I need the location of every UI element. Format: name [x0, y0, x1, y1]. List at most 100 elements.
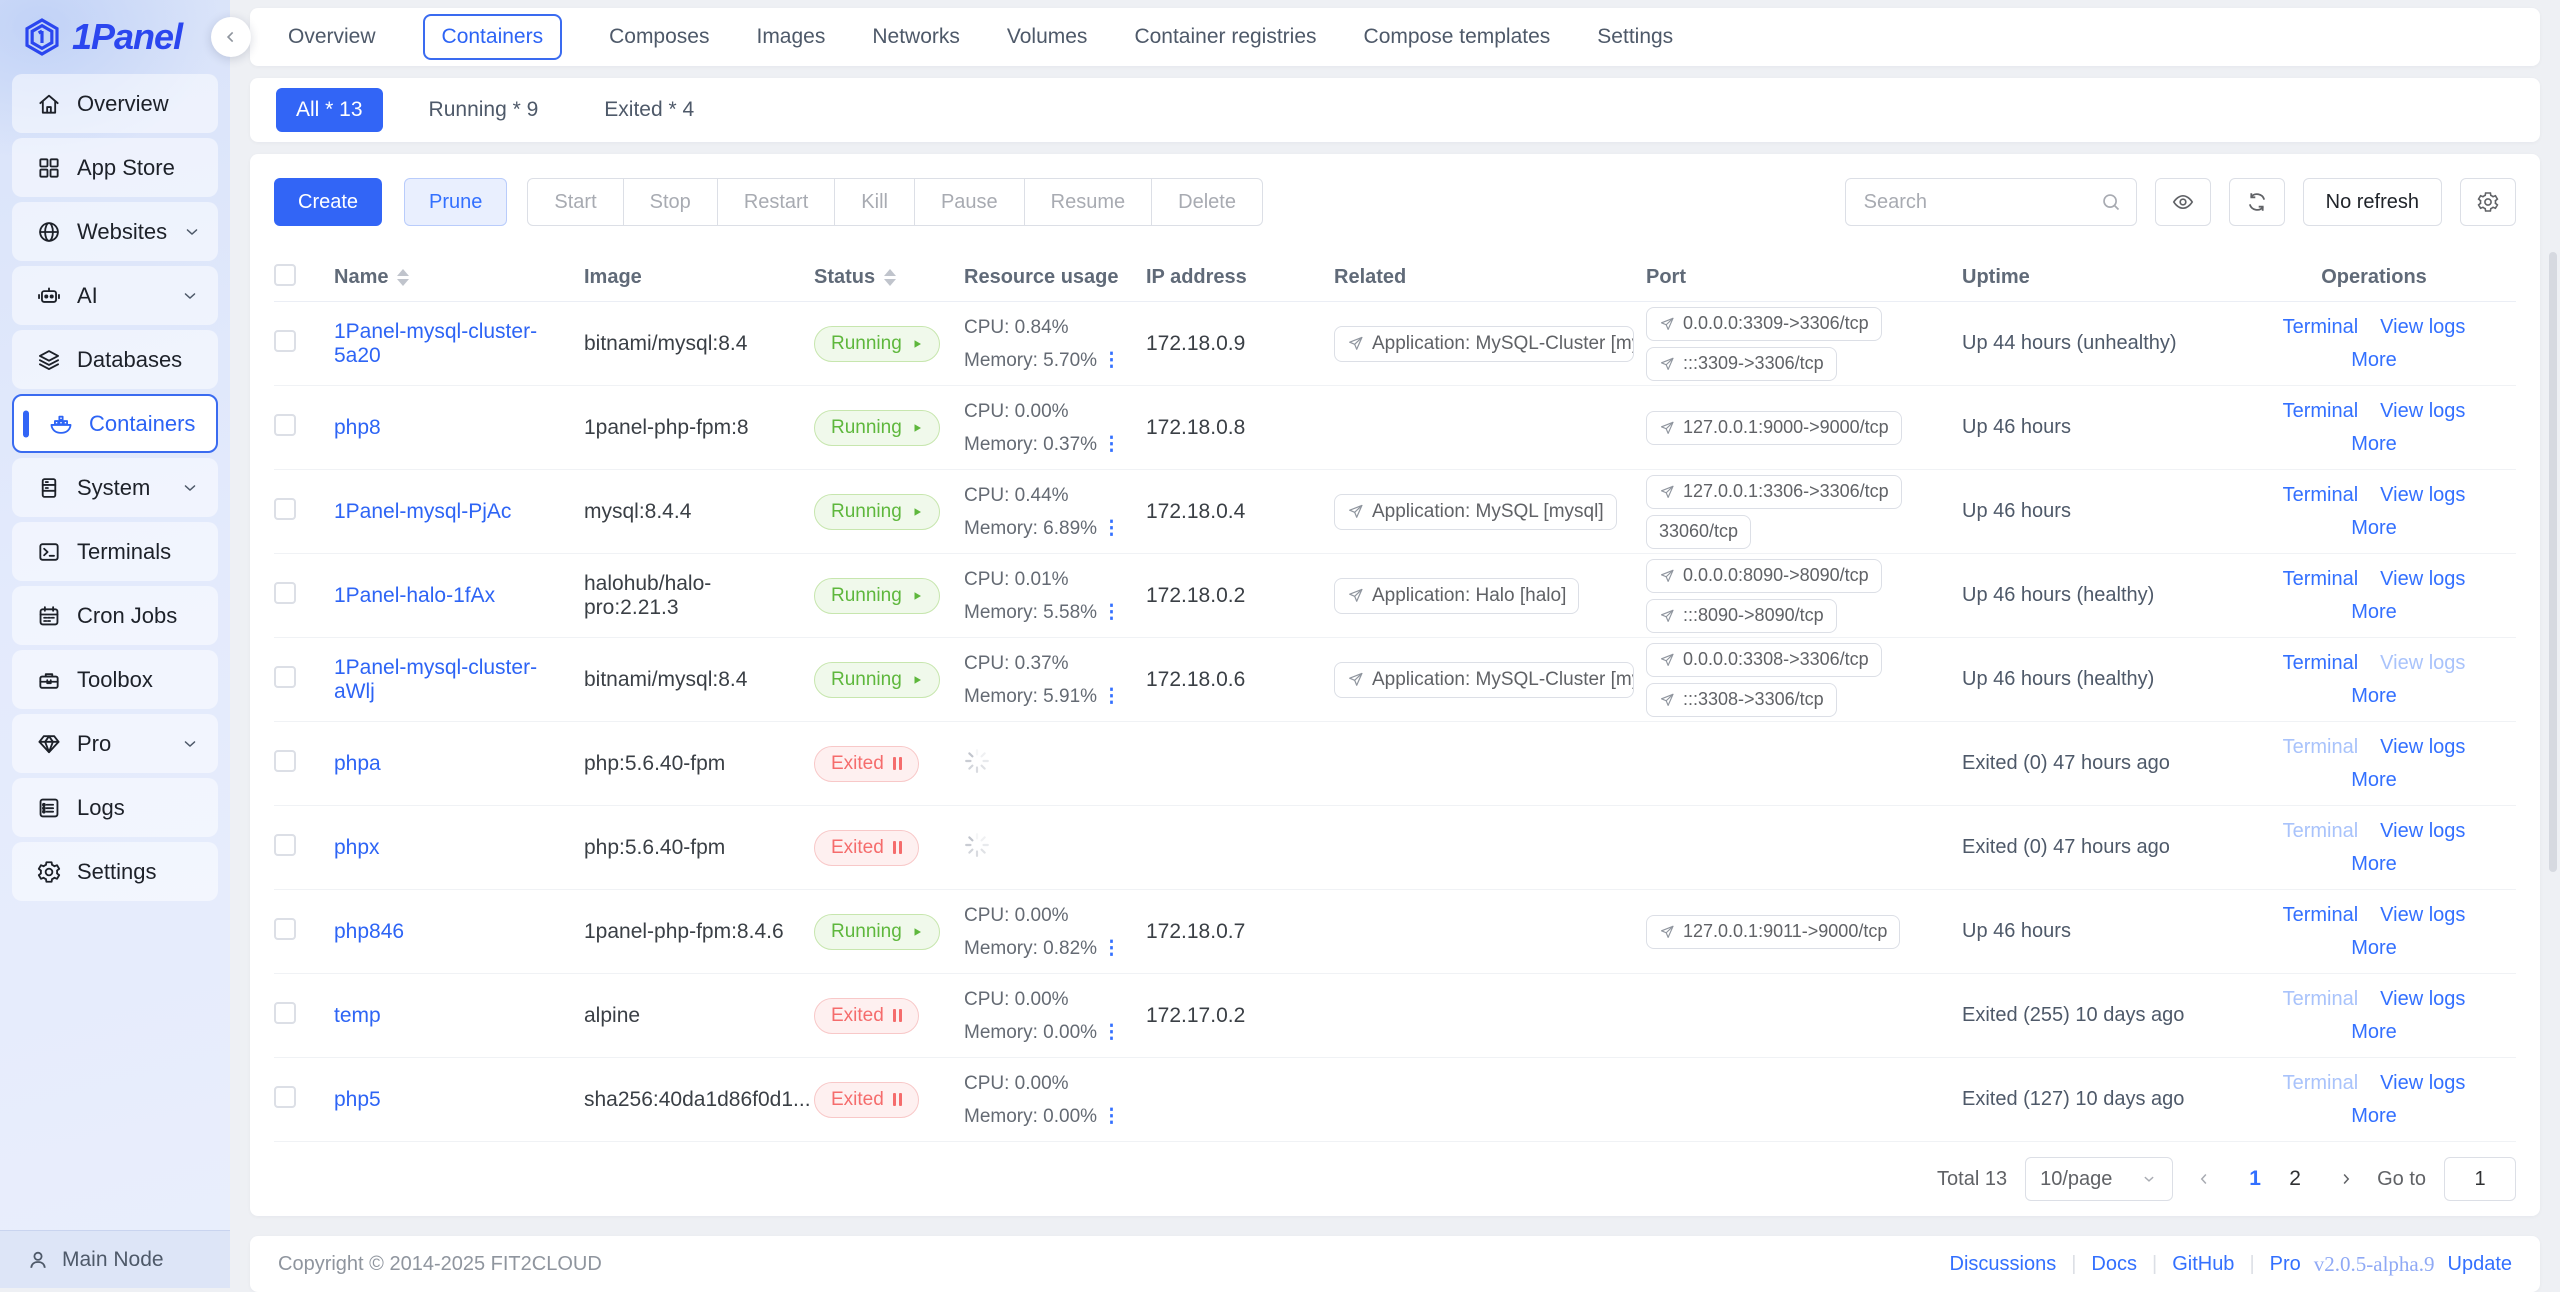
more-link[interactable]: More [2351, 349, 2397, 371]
tab-containers[interactable]: Containers [423, 14, 563, 60]
sidebar-item-app-store[interactable]: App Store [12, 138, 218, 197]
related-app-chip[interactable]: Application: MySQL-Cluster [mysql-clust [1334, 662, 1634, 698]
port-chip[interactable]: 127.0.0.1:3306->3306/tcp [1646, 475, 1902, 509]
sidebar-item-system[interactable]: System [12, 458, 218, 517]
more-link[interactable]: More [2351, 601, 2397, 623]
sidebar-item-logs[interactable]: Logs [12, 778, 218, 837]
tab-compose-templates[interactable]: Compose templates [1364, 25, 1551, 49]
filter-all[interactable]: All * 13 [276, 88, 383, 132]
container-name-link[interactable]: phpx [334, 836, 380, 859]
port-chip[interactable]: :::8090->8090/tcp [1646, 599, 1837, 633]
main-node[interactable]: Main Node [0, 1230, 230, 1288]
row-checkbox[interactable] [274, 750, 296, 772]
row-checkbox[interactable] [274, 666, 296, 688]
footer-link-docs[interactable]: Docs [2091, 1253, 2137, 1276]
resource-more-icon[interactable]: ⋮ [1102, 602, 1121, 623]
view-logs-link[interactable]: View logs [2380, 988, 2465, 1010]
refresh-button[interactable] [2229, 178, 2285, 226]
sidebar-item-ai[interactable]: AI [12, 266, 218, 325]
sidebar-item-websites[interactable]: Websites [12, 202, 218, 261]
kill-button[interactable]: Kill [834, 179, 914, 225]
sidebar-collapse-button[interactable] [211, 17, 251, 57]
view-logs-link[interactable]: View logs [2380, 1072, 2465, 1094]
more-link[interactable]: More [2351, 769, 2397, 791]
resume-button[interactable]: Resume [1024, 179, 1151, 225]
container-name-link[interactable]: 1Panel-mysql-cluster-aWlj [334, 656, 537, 703]
create-button[interactable]: Create [274, 178, 382, 226]
footer-link-github[interactable]: GitHub [2172, 1253, 2234, 1276]
related-app-chip[interactable]: Application: MySQL-Cluster [mysql-clust [1334, 326, 1634, 362]
related-app-chip[interactable]: Application: MySQL [mysql] [1334, 494, 1617, 530]
restart-button[interactable]: Restart [717, 179, 834, 225]
sidebar-item-cron-jobs[interactable]: Cron Jobs [12, 586, 218, 645]
row-checkbox[interactable] [274, 330, 296, 352]
view-logs-link[interactable]: View logs [2380, 484, 2465, 506]
related-app-chip[interactable]: Application: Halo [halo] [1334, 578, 1579, 614]
container-name-link[interactable]: php846 [334, 920, 404, 943]
sidebar-item-containers[interactable]: Containers [12, 394, 218, 453]
port-chip[interactable]: 127.0.0.1:9011->9000/tcp [1646, 915, 1900, 949]
table-settings-button[interactable] [2460, 178, 2516, 226]
port-chip[interactable]: :::3309->3306/tcp [1646, 347, 1837, 381]
row-checkbox[interactable] [274, 582, 296, 604]
sidebar-item-databases[interactable]: Databases [12, 330, 218, 389]
page-number-1[interactable]: 1 [2235, 1167, 2275, 1191]
sort-caret-icon[interactable] [397, 269, 409, 286]
port-chip[interactable]: 0.0.0.0:3309->3306/tcp [1646, 307, 1882, 341]
terminal-link[interactable]: Terminal [2283, 400, 2359, 422]
resource-more-icon[interactable]: ⋮ [1102, 1106, 1121, 1127]
container-name-link[interactable]: 1Panel-mysql-PjAc [334, 500, 511, 523]
refresh-interval-button[interactable]: No refresh [2303, 178, 2442, 226]
view-logs-link[interactable]: View logs [2380, 400, 2465, 422]
sidebar-item-settings[interactable]: Settings [12, 842, 218, 901]
sidebar-item-overview[interactable]: Overview [12, 74, 218, 133]
page-number-2[interactable]: 2 [2275, 1167, 2315, 1191]
row-checkbox[interactable] [274, 918, 296, 940]
tab-images[interactable]: Images [756, 25, 825, 49]
stop-button[interactable]: Stop [623, 179, 717, 225]
terminal-link[interactable]: Terminal [2283, 568, 2359, 590]
resource-more-icon[interactable]: ⋮ [1102, 938, 1121, 959]
footer-link-pro[interactable]: Pro [2270, 1253, 2301, 1276]
resource-more-icon[interactable]: ⋮ [1102, 686, 1121, 707]
container-name-link[interactable]: 1Panel-halo-1fAx [334, 584, 495, 607]
tab-volumes[interactable]: Volumes [1007, 25, 1088, 49]
tab-composes[interactable]: Composes [609, 25, 709, 49]
sidebar-item-pro[interactable]: Pro [12, 714, 218, 773]
resource-more-icon[interactable]: ⋮ [1102, 1022, 1121, 1043]
more-link[interactable]: More [2351, 433, 2397, 455]
select-all-checkbox[interactable] [274, 264, 296, 286]
container-name-link[interactable]: php5 [334, 1088, 381, 1111]
terminal-link[interactable]: Terminal [2283, 484, 2359, 506]
brand-logo[interactable]: 1Panel [0, 0, 230, 74]
more-link[interactable]: More [2351, 517, 2397, 539]
container-name-link[interactable]: phpa [334, 752, 381, 775]
scrollbar-thumb[interactable] [2549, 252, 2557, 872]
row-checkbox[interactable] [274, 498, 296, 520]
port-chip[interactable]: 33060/tcp [1646, 515, 1751, 549]
prune-button[interactable]: Prune [404, 178, 507, 226]
more-link[interactable]: More [2351, 853, 2397, 875]
row-checkbox[interactable] [274, 1002, 296, 1024]
start-button[interactable]: Start [528, 179, 622, 225]
view-logs-link[interactable]: View logs [2380, 568, 2465, 590]
terminal-link[interactable]: Terminal [2283, 316, 2359, 338]
resource-more-icon[interactable]: ⋮ [1102, 434, 1121, 455]
prev-page-button[interactable] [2191, 1170, 2217, 1188]
goto-page-input[interactable] [2444, 1157, 2516, 1201]
container-name-link[interactable]: 1Panel-mysql-cluster-5a20 [334, 320, 537, 367]
sidebar-item-terminals[interactable]: Terminals [12, 522, 218, 581]
more-link[interactable]: More [2351, 1021, 2397, 1043]
port-chip[interactable]: 0.0.0.0:3308->3306/tcp [1646, 643, 1882, 677]
update-link[interactable]: Update [2448, 1253, 2513, 1276]
resource-more-icon[interactable]: ⋮ [1102, 518, 1121, 539]
row-checkbox[interactable] [274, 834, 296, 856]
view-logs-link[interactable]: View logs [2380, 316, 2465, 338]
terminal-link[interactable]: Terminal [2283, 904, 2359, 926]
sort-caret-icon[interactable] [884, 269, 896, 286]
port-chip[interactable]: 0.0.0.0:8090->8090/tcp [1646, 559, 1882, 593]
filter-running[interactable]: Running * 9 [409, 88, 559, 132]
tab-overview[interactable]: Overview [288, 25, 376, 49]
tab-container-registries[interactable]: Container registries [1134, 25, 1316, 49]
view-logs-link[interactable]: View logs [2380, 904, 2465, 926]
